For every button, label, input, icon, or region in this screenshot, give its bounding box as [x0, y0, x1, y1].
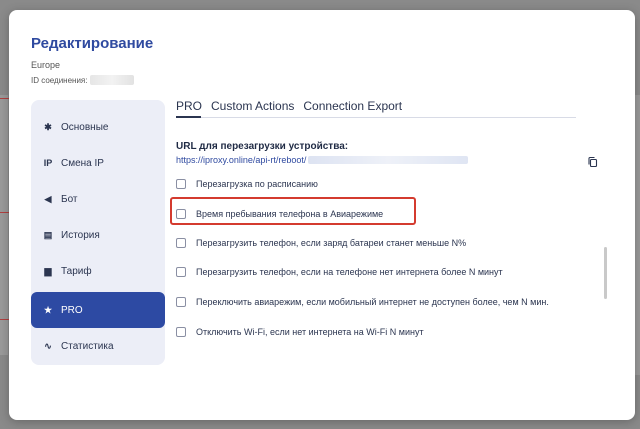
region-label: Europe: [31, 60, 61, 70]
copy-icon[interactable]: [587, 156, 599, 168]
ip-icon: IP: [43, 158, 53, 168]
sidebar-item-basic[interactable]: ✱ Основные: [31, 109, 165, 145]
star-icon: ★: [43, 304, 53, 315]
checkbox[interactable]: [176, 179, 186, 189]
reboot-url: https://iproxy.online/api-rt/reboot/: [176, 155, 469, 165]
shopping-bag-icon: ▆: [44, 265, 52, 276]
option-label: Перезагрузить телефон, если заряд батаре…: [196, 238, 467, 248]
reboot-url-label: URL для перезагрузки устройства:: [176, 141, 349, 152]
tab-custom-actions[interactable]: Custom Actions: [211, 99, 294, 117]
checkbox[interactable]: [176, 327, 186, 337]
sidebar-item-label: Смена IP: [61, 157, 104, 169]
paper-plane-icon: ◀: [44, 193, 52, 204]
sidebar-item-label: История: [61, 229, 100, 241]
sidebar-item-history[interactable]: ▤ История: [31, 217, 165, 253]
tab-pro[interactable]: PRO: [176, 99, 202, 117]
sidebar-item-label: PRO: [61, 304, 83, 316]
scrollbar[interactable]: [604, 247, 607, 299]
option-label: Отключить Wi-Fi, если нет интернета на W…: [196, 327, 424, 337]
sidebar-item-pro[interactable]: ★ PRO: [31, 292, 165, 328]
background-page-strip-left: [0, 95, 8, 355]
checkbox[interactable]: [176, 267, 186, 277]
reboot-url-text[interactable]: https://iproxy.online/api-rt/reboot/: [176, 155, 306, 165]
checkbox[interactable]: [176, 297, 186, 307]
option-disable-wifi: Отключить Wi-Fi, если нет интернета на W…: [176, 327, 424, 337]
option-reboot-battery: Перезагрузить телефон, если заряд батаре…: [176, 238, 466, 248]
connection-id: ID соединения:: [31, 75, 135, 85]
gear-icon: ✱: [44, 121, 52, 132]
sidebar-item-tariff[interactable]: ▆ Тариф: [31, 253, 165, 289]
document-icon: ▤: [43, 229, 53, 240]
sidebar-item-label: Основные: [61, 121, 109, 133]
sidebar-item-statistics[interactable]: ∿ Статистика: [31, 328, 165, 364]
connection-id-label: ID соединения:: [31, 75, 88, 85]
connection-id-redacted: [90, 75, 135, 85]
sidebar: ✱ Основные IP Смена IP ◀ Бот ▤ История ▆…: [31, 100, 165, 365]
edit-modal: Редактирование Europe ID соединения: ✱ О…: [9, 10, 635, 420]
option-label: Перезагрузка по расписанию: [196, 179, 318, 189]
reboot-url-redacted: [308, 156, 469, 164]
option-label: Переключить авиарежим, если мобильный ин…: [196, 297, 549, 307]
tab-bar: PRO Custom Actions Connection Export: [176, 99, 402, 117]
sidebar-item-label: Статистика: [61, 340, 114, 352]
tab-connection-export[interactable]: Connection Export: [303, 99, 402, 117]
option-reboot-no-internet: Перезагрузить телефон, если на телефоне …: [176, 267, 503, 277]
sidebar-item-label: Тариф: [61, 265, 92, 277]
checkbox[interactable]: [176, 238, 186, 248]
option-toggle-airplane-mode: Переключить авиарежим, если мобильный ин…: [176, 297, 549, 307]
option-label: Перезагрузить телефон, если на телефоне …: [196, 267, 503, 277]
tab-active-indicator: [176, 116, 201, 118]
sidebar-item-label: Бот: [61, 193, 78, 205]
sidebar-item-ip-change[interactable]: IP Смена IP: [31, 145, 165, 181]
sidebar-item-bot[interactable]: ◀ Бот: [31, 181, 165, 217]
modal-title: Редактирование: [31, 35, 154, 52]
pulse-icon: ∿: [44, 340, 52, 351]
option-scheduled-reboot: Перезагрузка по расписанию: [176, 179, 318, 189]
tab-divider: [176, 117, 576, 118]
highlight-box: [170, 197, 416, 225]
